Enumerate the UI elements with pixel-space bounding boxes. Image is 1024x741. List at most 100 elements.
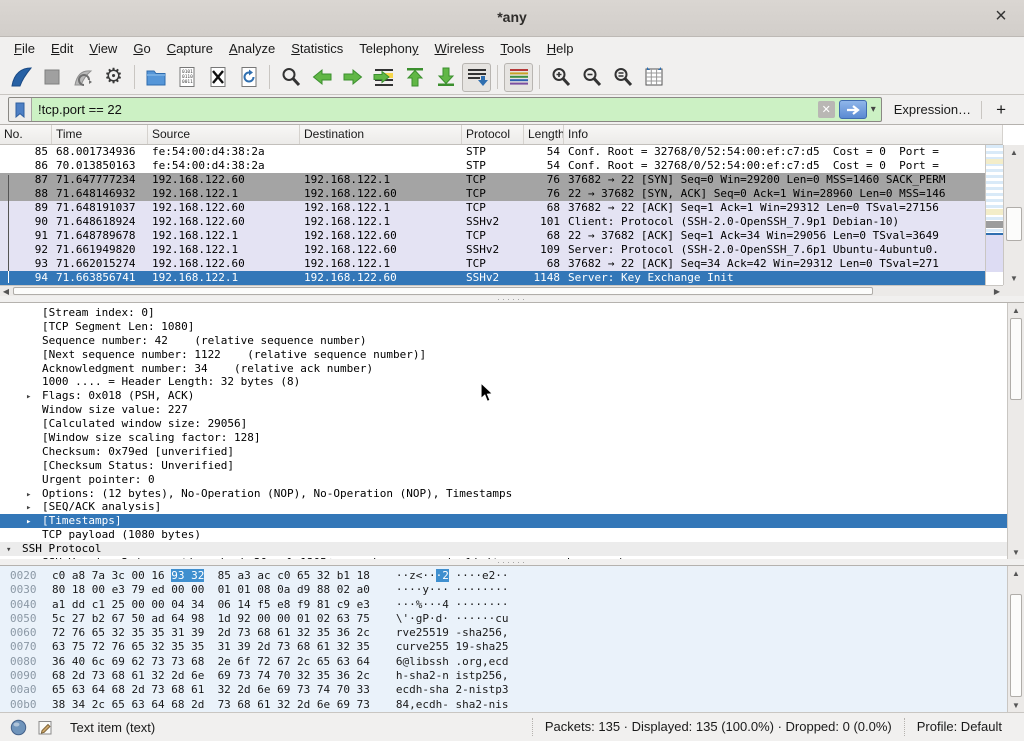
menu-telephony[interactable]: Telephony <box>351 39 426 58</box>
reload-file-button[interactable] <box>234 63 263 92</box>
filter-apply-button[interactable] <box>839 100 867 119</box>
scroll-down-icon[interactable]: ▼ <box>1004 271 1024 285</box>
go-last-button[interactable] <box>431 63 460 92</box>
hex-row[interactable]: 008036 40 6c 69 62 73 73 68 2e 6f 72 67 … <box>10 655 509 669</box>
menu-tools[interactable]: Tools <box>492 39 538 58</box>
filter-dropdown-icon[interactable]: ▾ <box>871 104 876 115</box>
expression-button[interactable]: Expression… <box>894 102 971 117</box>
scroll-down-icon[interactable]: ▼ <box>1008 698 1024 712</box>
start-capture-button[interactable] <box>6 63 35 92</box>
display-filter-input[interactable] <box>32 102 818 117</box>
detail-row[interactable]: [Next sequence number: 1122 (relative se… <box>0 348 1007 362</box>
column-header-destination[interactable]: Destination <box>300 125 462 144</box>
detail-row[interactable]: Window size value: 227 <box>0 403 1007 417</box>
column-header-time[interactable]: Time <box>52 125 148 144</box>
close-file-button[interactable] <box>203 63 232 92</box>
profile-text[interactable]: Profile: Default <box>904 718 1014 736</box>
column-header-protocol[interactable]: Protocol <box>462 125 524 144</box>
save-file-button[interactable]: 010101100011 <box>172 63 201 92</box>
scrollbar-thumb[interactable] <box>13 287 873 295</box>
go-back-button[interactable] <box>307 63 336 92</box>
scroll-right-icon[interactable]: ▶ <box>991 286 1003 296</box>
hex-row[interactable]: 007063 75 72 76 65 32 35 35 31 39 2d 73 … <box>10 640 509 654</box>
stop-capture-button[interactable] <box>37 63 66 92</box>
detail-row[interactable]: [TCP Segment Len: 1080] <box>0 320 1007 334</box>
detail-row[interactable]: Urgent pointer: 0 <box>0 473 1007 487</box>
packet-row-87[interactable]: 8771.647777234192.168.122.60192.168.122.… <box>0 173 985 187</box>
detail-row[interactable]: ▸[Timestamps] <box>0 514 1007 528</box>
detail-row[interactable]: ▸Options: (12 bytes), No-Operation (NOP)… <box>0 487 1007 501</box>
bytes-vscrollbar[interactable]: ▲ ▼ <box>1007 566 1024 712</box>
packet-row-90[interactable]: 9071.648618924192.168.122.60192.168.122.… <box>0 215 985 229</box>
packet-row-92[interactable]: 9271.661949820192.168.122.1192.168.122.6… <box>0 243 985 257</box>
hex-row[interactable]: 00a065 63 64 68 2d 73 68 61 32 2d 6e 69 … <box>10 683 509 697</box>
intelligent-scrollbar-minimap[interactable] <box>985 145 1003 285</box>
scrollbar-thumb[interactable] <box>1010 594 1022 697</box>
detail-row[interactable]: Checksum: 0x79ed [unverified] <box>0 445 1007 459</box>
hex-row[interactable]: 009068 2d 73 68 61 32 2d 6e 69 73 74 70 … <box>10 669 509 683</box>
packet-row-85[interactable]: 8568.001734936fe:54:00:d4:38:2aSTP54Conf… <box>0 145 985 159</box>
go-first-button[interactable] <box>400 63 429 92</box>
hex-row[interactable]: 006072 76 65 32 35 35 31 39 2d 73 68 61 … <box>10 626 509 640</box>
scrollbar-thumb[interactable] <box>1010 318 1022 400</box>
filter-bookmark-button[interactable] <box>9 98 32 121</box>
detail-row[interactable]: ▾SSH Protocol <box>0 542 1007 556</box>
auto-scroll-button[interactable] <box>462 63 491 92</box>
detail-row[interactable]: TCP payload (1080 bytes) <box>0 528 1007 542</box>
hex-row[interactable]: 00505c 27 b2 67 50 ad 64 98 1d 92 00 00 … <box>10 612 509 626</box>
packet-row-89[interactable]: 8971.648191037192.168.122.60192.168.122.… <box>0 201 985 215</box>
packet-row-88[interactable]: 8871.648146932192.168.122.1192.168.122.6… <box>0 187 985 201</box>
column-header-info[interactable]: Info <box>564 125 1003 144</box>
column-header-source[interactable]: Source <box>148 125 300 144</box>
detail-row[interactable]: 1000 .... = Header Length: 32 bytes (8) <box>0 375 1007 389</box>
detail-row[interactable]: [Checksum Status: Unverified] <box>0 459 1007 473</box>
find-packet-button[interactable] <box>276 63 305 92</box>
menu-wireless[interactable]: Wireless <box>427 39 493 58</box>
detail-row[interactable]: Sequence number: 42 (relative sequence n… <box>0 334 1007 348</box>
hex-row[interactable]: 0020c0 a8 7a 3c 00 16 93 32 85 a3 ac c0 … <box>10 569 509 583</box>
expert-info-button[interactable] <box>10 719 27 736</box>
open-file-button[interactable] <box>141 63 170 92</box>
hex-row[interactable]: 00b038 34 2c 65 63 64 68 2d 73 68 61 32 … <box>10 698 509 712</box>
scroll-left-icon[interactable]: ◀ <box>0 286 12 296</box>
scrollbar-thumb[interactable] <box>1006 207 1022 241</box>
detail-row[interactable]: [Calculated window size: 29056] <box>0 417 1007 431</box>
zoom-original-button[interactable] <box>608 63 637 92</box>
scroll-up-icon[interactable]: ▲ <box>1004 145 1024 159</box>
packet-row-94[interactable]: 9471.663856741192.168.122.1192.168.122.6… <box>0 271 985 285</box>
menu-view[interactable]: View <box>81 39 125 58</box>
go-forward-button[interactable] <box>338 63 367 92</box>
packet-list-vscrollbar[interactable]: ▲ ▼ <box>1003 145 1024 285</box>
detail-row[interactable]: [Window size scaling factor: 128] <box>0 431 1007 445</box>
column-header-length[interactable]: Length <box>524 125 564 144</box>
collapse-arrow-icon[interactable]: ▾ <box>6 544 22 558</box>
menu-edit[interactable]: Edit <box>43 39 81 58</box>
close-icon[interactable]: × <box>988 4 1014 30</box>
packet-row-93[interactable]: 9371.662015274192.168.122.60192.168.122.… <box>0 257 985 271</box>
filter-clear-button[interactable]: ✕ <box>818 101 835 118</box>
scroll-up-icon[interactable]: ▲ <box>1008 566 1024 580</box>
menu-capture[interactable]: Capture <box>159 39 221 58</box>
scroll-up-icon[interactable]: ▲ <box>1008 303 1024 317</box>
detail-row[interactable]: ▸Flags: 0x018 (PSH, ACK) <box>0 389 1007 403</box>
go-to-packet-button[interactable] <box>369 63 398 92</box>
detail-row[interactable]: Acknowledgment number: 34 (relative ack … <box>0 362 1007 376</box>
menu-go[interactable]: Go <box>125 39 158 58</box>
colorize-button[interactable] <box>504 63 533 92</box>
menu-statistics[interactable]: Statistics <box>283 39 351 58</box>
scroll-down-icon[interactable]: ▼ <box>1008 545 1024 559</box>
packet-row-91[interactable]: 9171.648789678192.168.122.1192.168.122.6… <box>0 229 985 243</box>
detail-row[interactable]: ▸[SEQ/ACK analysis] <box>0 500 1007 514</box>
resize-columns-button[interactable] <box>639 63 668 92</box>
hex-row[interactable]: 003080 18 00 e3 79 ed 00 00 01 01 08 0a … <box>10 583 509 597</box>
hex-row[interactable]: 0040a1 dd c1 25 00 00 04 34 06 14 f5 e8 … <box>10 598 509 612</box>
capture-options-button[interactable]: ⚙ <box>99 63 128 92</box>
menu-help[interactable]: Help <box>539 39 582 58</box>
packet-row-86[interactable]: 8670.013850163fe:54:00:d4:38:2aSTP54Conf… <box>0 159 985 173</box>
restart-capture-button[interactable] <box>68 63 97 92</box>
details-vscrollbar[interactable]: ▲ ▼ <box>1007 303 1024 559</box>
display-filter-field[interactable]: ✕ ▾ <box>8 97 882 122</box>
menu-analyze[interactable]: Analyze <box>221 39 283 58</box>
zoom-out-button[interactable] <box>577 63 606 92</box>
menu-file[interactable]: File <box>6 39 43 58</box>
